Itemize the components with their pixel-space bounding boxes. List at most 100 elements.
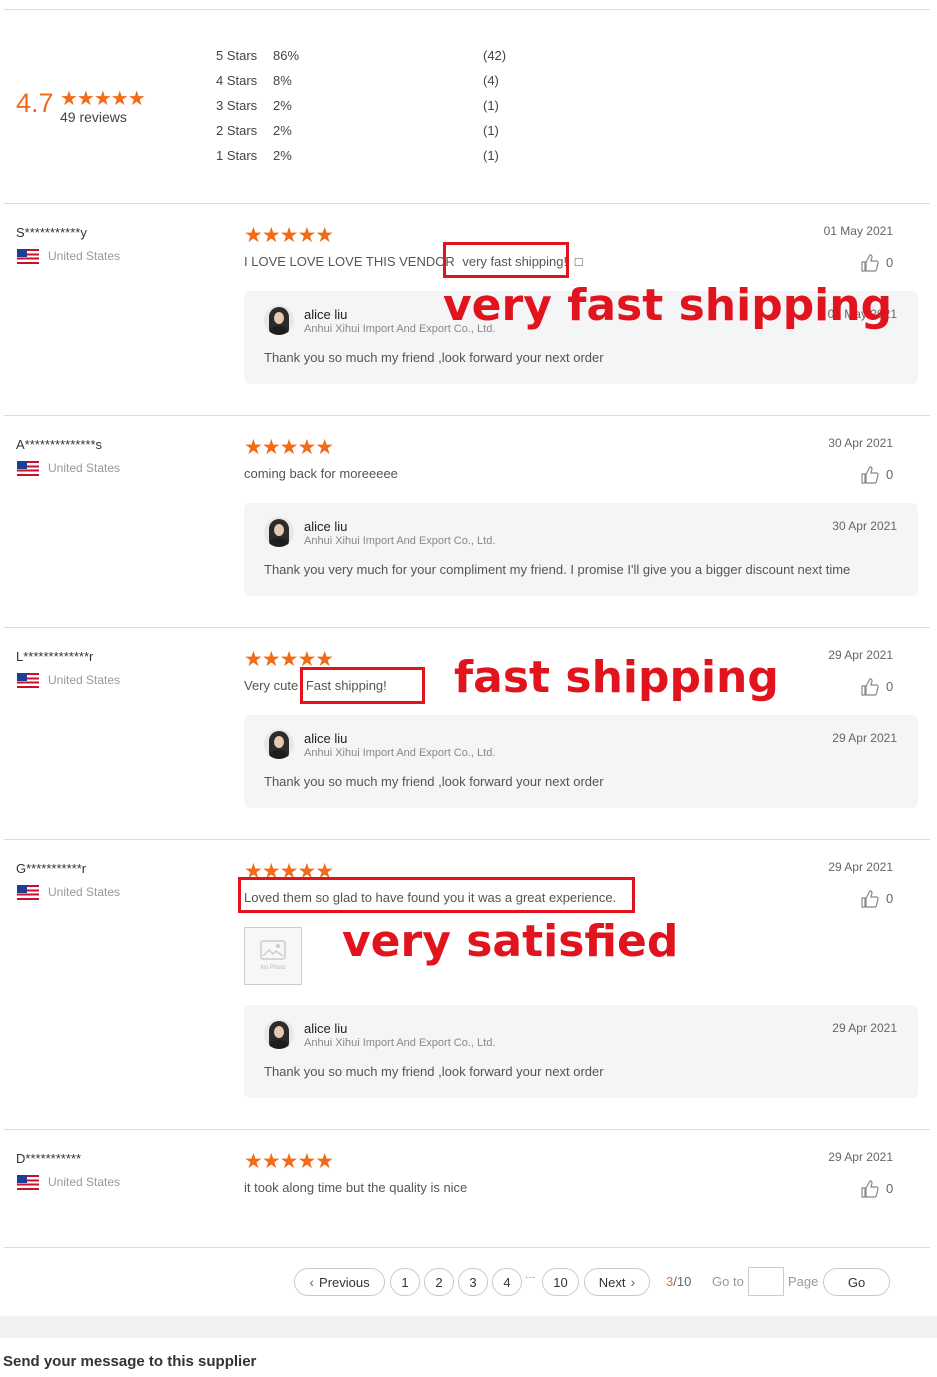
page-button-4[interactable]: 4 <box>492 1268 522 1296</box>
chevron-left-icon: ‹ <box>309 1274 315 1290</box>
like-count: 0 <box>886 679 894 694</box>
reviewer-country: United States <box>48 249 121 263</box>
reviewer-country: United States <box>48 1175 121 1189</box>
us-flag-icon <box>17 1175 39 1190</box>
reviewer-name: A**************s <box>16 437 102 452</box>
reply-author: alice liu <box>304 731 348 746</box>
review-text: it took along time but the quality is ni… <box>244 1180 468 1195</box>
previous-page-button[interactable]: ‹ Previous <box>294 1268 385 1296</box>
us-flag-icon <box>17 461 39 476</box>
reply-company: Anhui Xihui Import And Export Co., Ltd. <box>304 535 496 547</box>
page-button-1[interactable]: 1 <box>390 1268 420 1296</box>
thumbs-up-icon[interactable] <box>861 1180 879 1198</box>
avatar <box>264 1019 294 1049</box>
distribution-percent: 2% <box>273 123 292 138</box>
distribution-percent: 2% <box>273 98 292 113</box>
reply-text: Thank you very much for your compliment … <box>264 562 851 577</box>
distribution-count: (42) <box>483 48 507 63</box>
next-page-button[interactable]: Next › <box>584 1268 650 1296</box>
divider <box>4 627 930 628</box>
thumbs-up-icon[interactable] <box>861 678 879 696</box>
goto-page-input[interactable] <box>748 1267 784 1296</box>
like-count: 0 <box>886 255 894 270</box>
thumbs-up-icon[interactable] <box>861 466 879 484</box>
review-date: 29 Apr 2021 <box>828 860 893 874</box>
review-date: 29 Apr 2021 <box>828 648 893 662</box>
reply-text: Thank you so much my friend ,look forwar… <box>264 774 604 789</box>
distribution-count: (1) <box>483 123 499 138</box>
like-count: 0 <box>886 891 894 906</box>
review-date: 30 Apr 2021 <box>828 436 893 450</box>
us-flag-icon <box>17 249 39 264</box>
previous-label: Previous <box>319 1274 370 1290</box>
avatar <box>264 305 294 335</box>
divider <box>4 1129 930 1130</box>
page-button-3[interactable]: 3 <box>458 1268 488 1296</box>
reply-text: Thank you so much my friend ,look forwar… <box>264 1064 604 1079</box>
review-stars: ★★★★★ <box>244 1150 334 1173</box>
supplier-reply: alice liu Anhui Xihui Import And Export … <box>244 715 918 808</box>
reply-text: Thank you so much my friend ,look forwar… <box>264 350 604 365</box>
thumbs-up-icon[interactable] <box>861 890 879 908</box>
review-stars: ★★★★★ <box>244 436 334 459</box>
reviewer-name: G***********r <box>16 861 87 876</box>
reviewer-name: L*************r <box>16 649 94 664</box>
no-photo-label: No Photo <box>260 965 286 971</box>
avatar <box>264 517 294 547</box>
review-text-part: I LOVE LOVE LOVE THIS VENDOR <box>244 254 455 269</box>
divider <box>4 203 930 204</box>
go-button[interactable]: Go <box>823 1268 890 1296</box>
reply-author: alice liu <box>304 1021 348 1036</box>
avatar <box>264 729 294 759</box>
reply-author: alice liu <box>304 307 348 322</box>
review-text: coming back for moreeeee <box>244 466 398 481</box>
review-photo[interactable]: No Photo <box>244 927 302 985</box>
like-count: 0 <box>886 467 894 482</box>
rating-score: 4.7 <box>16 88 54 118</box>
reply-date: 29 Apr 2021 <box>832 731 897 745</box>
distribution-percent: 8% <box>273 73 292 88</box>
divider <box>4 1247 930 1248</box>
reviewer-country: United States <box>48 673 121 687</box>
distribution-percent: 2% <box>273 148 292 163</box>
supplier-reply: alice liu Anhui Xihui Import And Export … <box>244 503 918 596</box>
reply-author: alice liu <box>304 519 348 534</box>
distribution-label: 3 Stars <box>216 98 258 113</box>
distribution-label: 4 Stars <box>216 73 258 88</box>
page-indicator: 3/10 <box>666 1274 691 1289</box>
like-count: 0 <box>886 1181 894 1196</box>
distribution-count: (1) <box>483 148 499 163</box>
distribution-label: 2 Stars <box>216 123 258 138</box>
review-date: 29 Apr 2021 <box>828 1150 893 1164</box>
supplier-reply: alice liu Anhui Xihui Import And Export … <box>244 1005 918 1098</box>
us-flag-icon <box>17 885 39 900</box>
distribution-label: 1 Stars <box>216 148 258 163</box>
annotation-label: very fast shipping <box>443 280 893 331</box>
review-text-part: Very cute <box>244 678 299 693</box>
reviews-count: 49 reviews <box>60 109 127 125</box>
top-divider <box>4 9 930 10</box>
distribution-count: (4) <box>483 73 499 88</box>
page-button-10[interactable]: 10 <box>542 1268 579 1296</box>
total-pages: /10 <box>673 1274 692 1289</box>
review-text-part: □ <box>574 254 583 269</box>
pagination-ellipsis: ··· <box>525 1272 535 1283</box>
reply-date: 30 Apr 2021 <box>832 519 897 533</box>
highlight-box <box>238 877 635 913</box>
page-button-2[interactable]: 2 <box>424 1268 454 1296</box>
reviewer-country: United States <box>48 885 121 899</box>
next-label: Next <box>598 1274 626 1290</box>
review-stars: ★★★★★ <box>244 224 334 247</box>
distribution-percent: 86% <box>273 48 300 63</box>
us-flag-icon <box>17 673 39 688</box>
divider <box>4 415 930 416</box>
reply-company: Anhui Xihui Import And Export Co., Ltd. <box>304 747 496 759</box>
reviewer-name: S***********y <box>16 225 87 240</box>
goto-label: Go to <box>712 1274 744 1289</box>
thumbs-up-icon[interactable] <box>861 254 879 272</box>
distribution-label: 5 Stars <box>216 48 258 63</box>
footer-band <box>0 1316 937 1338</box>
highlight-box <box>300 667 425 704</box>
divider <box>4 839 930 840</box>
image-placeholder-icon <box>260 940 286 960</box>
